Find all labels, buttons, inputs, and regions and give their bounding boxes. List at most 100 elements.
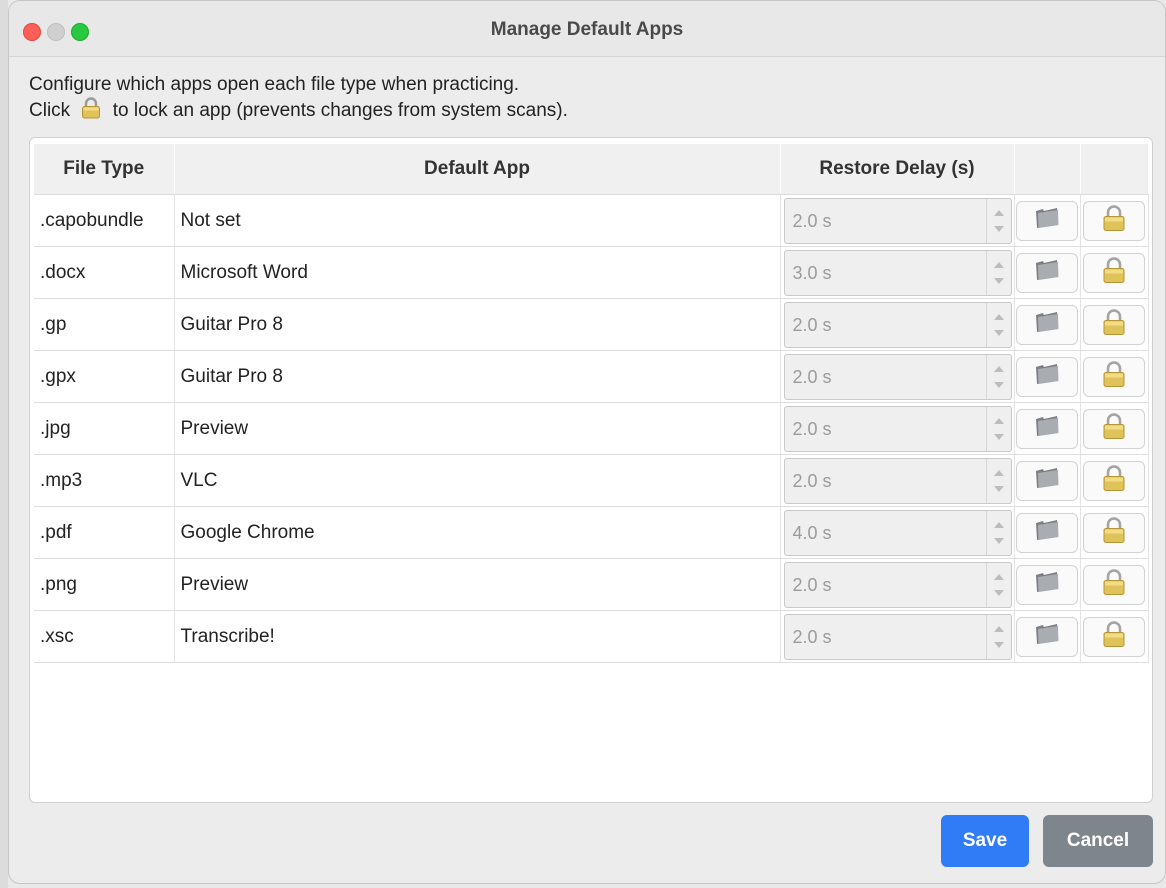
default-app-cell[interactable]: Preview bbox=[174, 558, 781, 611]
restore-delay-stepper[interactable]: 2.0 s bbox=[783, 613, 1012, 660]
restore-delay-value[interactable]: 2.0 s bbox=[793, 471, 832, 492]
table-row[interactable]: .mp3 VLC 2.0 s bbox=[34, 454, 1149, 507]
lock-app-button[interactable] bbox=[1083, 564, 1145, 605]
table-row[interactable]: .gp Guitar Pro 8 2.0 s bbox=[34, 298, 1149, 351]
folder-icon bbox=[1033, 622, 1061, 652]
restore-delay-value[interactable]: 3.0 s bbox=[793, 263, 832, 284]
lock-app-button[interactable] bbox=[1083, 616, 1145, 657]
stepper-down-icon[interactable] bbox=[993, 433, 1004, 440]
stepper-down-icon[interactable] bbox=[993, 641, 1004, 648]
default-app-cell[interactable]: Guitar Pro 8 bbox=[174, 350, 781, 403]
lock-icon bbox=[1102, 204, 1126, 238]
lock-cell bbox=[1080, 402, 1149, 455]
lock-app-button[interactable] bbox=[1083, 408, 1145, 449]
table-row[interactable]: .gpx Guitar Pro 8 2.0 s bbox=[34, 350, 1149, 403]
intro-line-2-end: to lock an app (prevents changes from sy… bbox=[112, 100, 568, 121]
browse-app-button[interactable] bbox=[1016, 200, 1078, 241]
stepper-up-icon[interactable] bbox=[993, 209, 1004, 216]
stepper-down-icon[interactable] bbox=[993, 589, 1004, 596]
restore-delay-value[interactable]: 2.0 s bbox=[793, 575, 832, 596]
lock-app-button[interactable] bbox=[1083, 512, 1145, 553]
stepper-up-icon[interactable] bbox=[993, 261, 1004, 268]
save-button[interactable]: Save bbox=[941, 815, 1029, 867]
stepper-up-icon[interactable] bbox=[993, 417, 1004, 424]
stepper-arrows[interactable] bbox=[985, 510, 1011, 555]
restore-delay-stepper[interactable]: 2.0 s bbox=[783, 405, 1012, 452]
column-header-file-type[interactable]: File Type bbox=[34, 144, 175, 195]
stepper-arrows[interactable] bbox=[985, 354, 1011, 399]
restore-delay-value[interactable]: 2.0 s bbox=[793, 419, 832, 440]
default-app-cell[interactable]: Guitar Pro 8 bbox=[174, 298, 781, 351]
column-header-restore-delay[interactable]: Restore Delay (s) bbox=[780, 144, 1015, 195]
column-header-browse bbox=[1014, 144, 1081, 195]
browse-app-button[interactable] bbox=[1016, 460, 1078, 501]
stepper-arrows[interactable] bbox=[985, 198, 1011, 243]
restore-delay-cell: 4.0 s bbox=[780, 506, 1015, 559]
default-app-cell[interactable]: Google Chrome bbox=[174, 506, 781, 559]
cancel-button[interactable]: Cancel bbox=[1043, 815, 1153, 867]
restore-delay-value[interactable]: 2.0 s bbox=[793, 627, 832, 648]
default-app-cell[interactable]: VLC bbox=[174, 454, 781, 507]
stepper-down-icon[interactable] bbox=[993, 485, 1004, 492]
restore-delay-stepper[interactable]: 2.0 s bbox=[783, 301, 1012, 348]
restore-delay-value[interactable]: 2.0 s bbox=[793, 367, 832, 388]
file-type-cell: .mp3 bbox=[34, 454, 175, 507]
stepper-arrows[interactable] bbox=[985, 458, 1011, 503]
restore-delay-stepper[interactable]: 4.0 s bbox=[783, 509, 1012, 556]
stepper-up-icon[interactable] bbox=[993, 365, 1004, 372]
table-row[interactable]: .png Preview 2.0 s bbox=[34, 558, 1149, 611]
browse-app-button[interactable] bbox=[1016, 564, 1078, 605]
stepper-down-icon[interactable] bbox=[993, 277, 1004, 284]
browse-app-button[interactable] bbox=[1016, 252, 1078, 293]
lock-app-button[interactable] bbox=[1083, 356, 1145, 397]
table-row[interactable]: .jpg Preview 2.0 s bbox=[34, 402, 1149, 455]
intro-line-2-start: Click bbox=[29, 100, 71, 121]
lock-app-button[interactable] bbox=[1083, 304, 1145, 345]
table-row[interactable]: .xsc Transcribe! 2.0 s bbox=[34, 610, 1149, 663]
default-app-cell[interactable]: Not set bbox=[174, 194, 781, 247]
stepper-down-icon[interactable] bbox=[993, 329, 1004, 336]
browse-app-button[interactable] bbox=[1016, 304, 1078, 345]
default-app-cell[interactable]: Transcribe! bbox=[174, 610, 781, 663]
stepper-arrows[interactable] bbox=[985, 250, 1011, 295]
table-row[interactable]: .docx Microsoft Word 3.0 s bbox=[34, 246, 1149, 299]
browse-cell bbox=[1014, 246, 1081, 299]
restore-delay-stepper[interactable]: 2.0 s bbox=[783, 197, 1012, 244]
stepper-up-icon[interactable] bbox=[993, 521, 1004, 528]
table-row[interactable]: .pdf Google Chrome 4.0 s bbox=[34, 506, 1149, 559]
restore-delay-value[interactable]: 4.0 s bbox=[793, 523, 832, 544]
stepper-up-icon[interactable] bbox=[993, 313, 1004, 320]
file-type-cell: .png bbox=[34, 558, 175, 611]
lock-app-button[interactable] bbox=[1083, 252, 1145, 293]
restore-delay-value[interactable]: 2.0 s bbox=[793, 211, 832, 232]
stepper-arrows[interactable] bbox=[985, 302, 1011, 347]
lock-app-button[interactable] bbox=[1083, 200, 1145, 241]
stepper-down-icon[interactable] bbox=[993, 381, 1004, 388]
browse-app-button[interactable] bbox=[1016, 408, 1078, 449]
restore-delay-stepper[interactable]: 3.0 s bbox=[783, 249, 1012, 296]
restore-delay-stepper[interactable]: 2.0 s bbox=[783, 353, 1012, 400]
column-header-default-app[interactable]: Default App bbox=[174, 144, 781, 195]
restore-delay-value[interactable]: 2.0 s bbox=[793, 315, 832, 336]
stepper-down-icon[interactable] bbox=[993, 225, 1004, 232]
restore-delay-stepper[interactable]: 2.0 s bbox=[783, 561, 1012, 608]
stepper-arrows[interactable] bbox=[985, 562, 1011, 607]
lock-app-button[interactable] bbox=[1083, 460, 1145, 501]
stepper-arrows[interactable] bbox=[985, 406, 1011, 451]
browse-app-button[interactable] bbox=[1016, 616, 1078, 657]
table-row[interactable]: .capobundle Not set 2.0 s bbox=[34, 194, 1149, 247]
restore-delay-cell: 2.0 s bbox=[780, 298, 1015, 351]
stepper-up-icon[interactable] bbox=[993, 573, 1004, 580]
browse-app-button[interactable] bbox=[1016, 512, 1078, 553]
default-app-cell[interactable]: Microsoft Word bbox=[174, 246, 781, 299]
default-app-cell[interactable]: Preview bbox=[174, 402, 781, 455]
stepper-down-icon[interactable] bbox=[993, 537, 1004, 544]
folder-icon bbox=[1033, 466, 1061, 496]
stepper-up-icon[interactable] bbox=[993, 469, 1004, 476]
browse-app-button[interactable] bbox=[1016, 356, 1078, 397]
stepper-up-icon[interactable] bbox=[993, 625, 1004, 632]
lock-cell bbox=[1080, 246, 1149, 299]
stepper-arrows[interactable] bbox=[985, 614, 1011, 659]
restore-delay-stepper[interactable]: 2.0 s bbox=[783, 457, 1012, 504]
folder-icon bbox=[1033, 518, 1061, 548]
